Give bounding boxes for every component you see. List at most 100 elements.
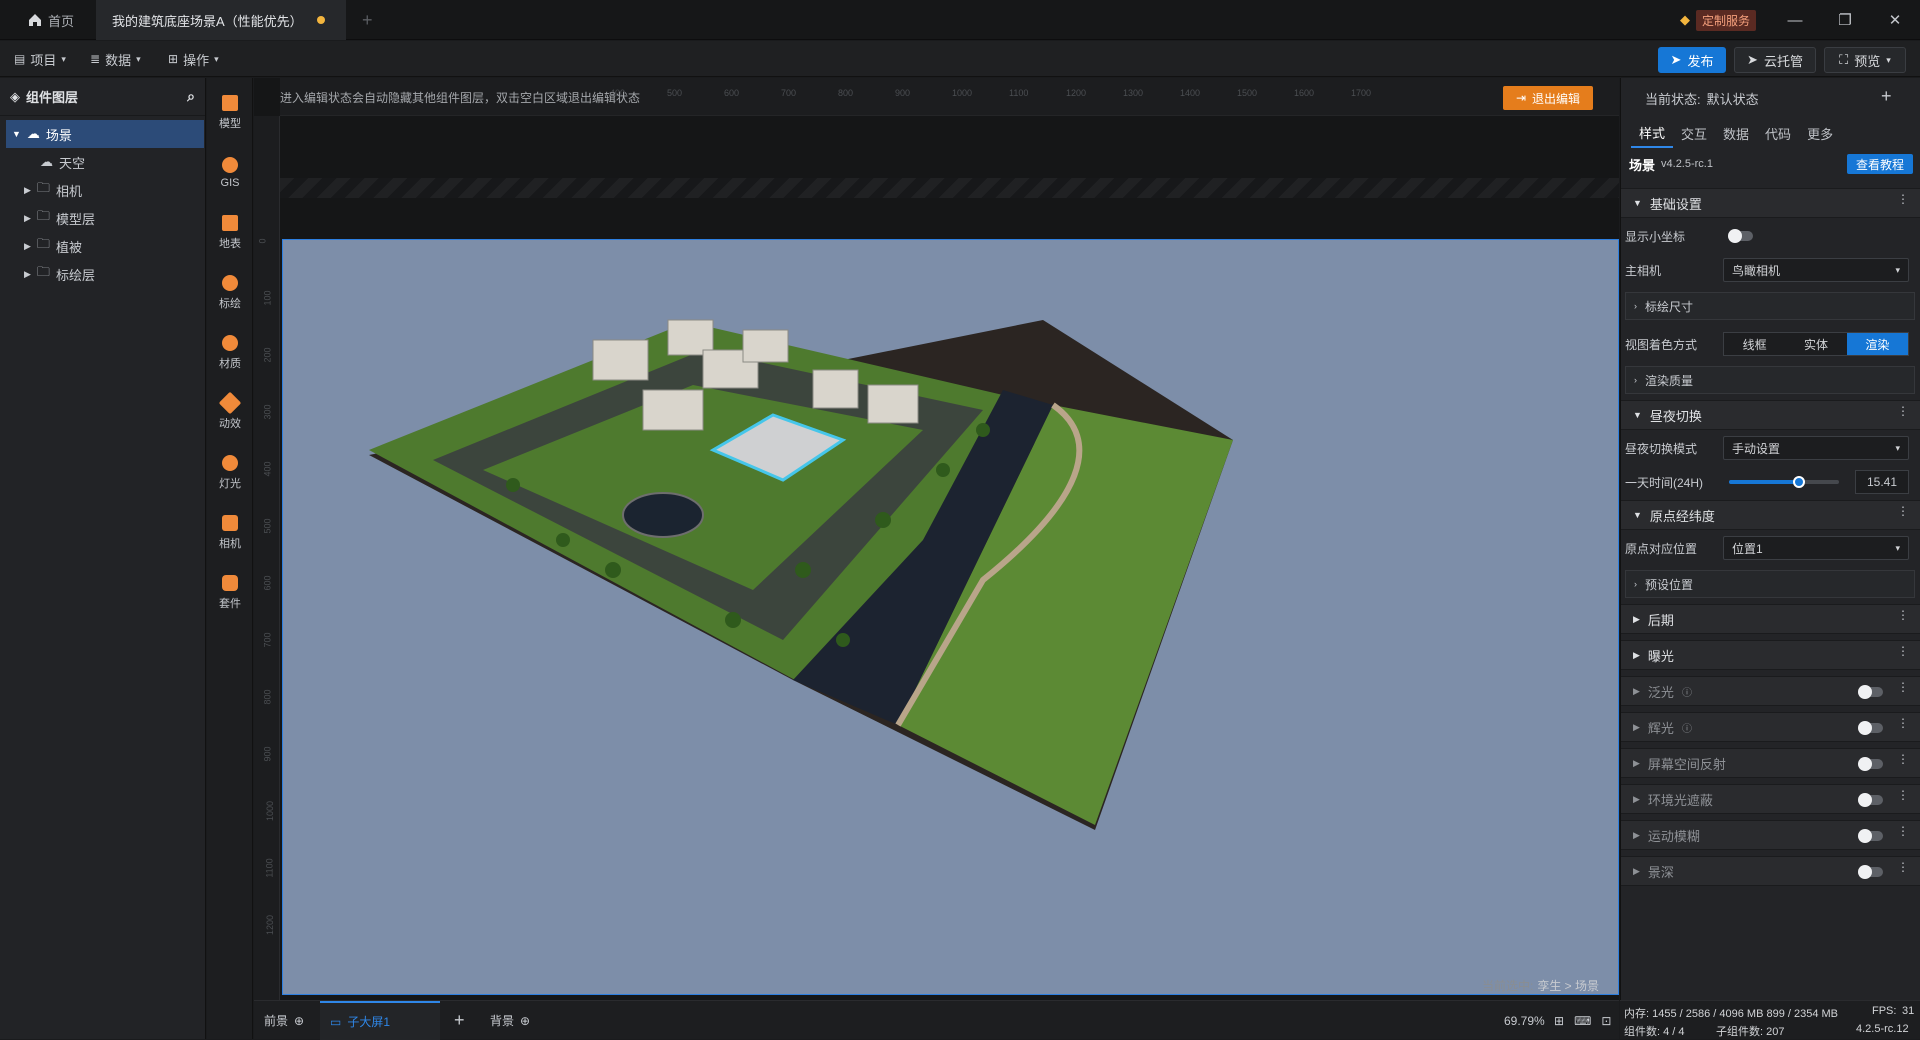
ssr-toggle[interactable]: [1858, 757, 1883, 771]
tree-item-plot-layer[interactable]: ▶ 🗀 标绘层: [6, 260, 204, 288]
home-tab[interactable]: 首页: [12, 0, 92, 40]
section-motion-blur[interactable]: ▶ 运动模糊 ⋮: [1621, 820, 1920, 850]
comp-kit[interactable]: 套件: [207, 564, 253, 622]
preset-pos-collapse[interactable]: › 预设位置: [1625, 570, 1915, 598]
main-camera-select[interactable]: 鸟瞰相机 ▾: [1723, 258, 1909, 282]
add-state-button[interactable]: +: [1881, 86, 1892, 107]
ao-toggle[interactable]: [1858, 793, 1883, 807]
ruler-tick: 0: [257, 238, 268, 244]
more-icon[interactable]: ⋮: [1897, 753, 1909, 765]
tab-more[interactable]: 更多: [1799, 118, 1841, 148]
comp-terrain[interactable]: 地表: [207, 204, 253, 262]
shading-solid[interactable]: 实体: [1785, 333, 1847, 355]
more-icon[interactable]: ⋮: [1897, 861, 1909, 873]
menu-operation[interactable]: ⊞ 操作 ▾: [168, 41, 219, 77]
scene-viewport[interactable]: [282, 239, 1619, 995]
doc-tab[interactable]: 我的建筑底座场景A（性能优先）: [96, 0, 346, 40]
terminal-icon[interactable]: ⊡: [1601, 1014, 1611, 1028]
day-time-slider[interactable]: [1729, 476, 1839, 488]
publish-button[interactable]: ➤ 发布: [1658, 47, 1726, 73]
bloom-toggle[interactable]: [1858, 685, 1883, 699]
show-axis-toggle[interactable]: [1728, 229, 1753, 243]
section-day-night[interactable]: ▼ 昼夜切换 ⋮: [1621, 400, 1920, 430]
section-basic[interactable]: ▼ 基础设置 ⋮: [1621, 188, 1920, 218]
add-screen-button[interactable]: +: [454, 1001, 465, 1040]
cloud-host-button[interactable]: ➤ 云托管: [1734, 47, 1816, 73]
tab-data[interactable]: 数据: [1715, 118, 1757, 148]
more-icon[interactable]: ⋮: [1897, 193, 1909, 205]
more-icon[interactable]: ⋮: [1897, 825, 1909, 837]
tab-interaction[interactable]: 交互: [1673, 118, 1715, 148]
comp-plot[interactable]: 标绘: [207, 264, 253, 322]
more-icon[interactable]: ⋮: [1897, 505, 1909, 517]
comp-camera[interactable]: 相机: [207, 504, 253, 562]
close-button[interactable]: ✕: [1870, 0, 1920, 40]
tree-item-vegetation[interactable]: ▶ 🗀 植被: [6, 232, 204, 260]
plot-size-collapse[interactable]: › 标绘尺寸: [1625, 292, 1915, 320]
origin-pos-select[interactable]: 位置1 ▾: [1723, 536, 1909, 560]
tutorial-button[interactable]: 查看教程: [1847, 154, 1913, 174]
more-icon[interactable]: ⋮: [1897, 609, 1909, 621]
motion-blur-toggle[interactable]: [1858, 829, 1883, 843]
minimize-button[interactable]: —: [1770, 0, 1820, 40]
glow-toggle[interactable]: [1858, 721, 1883, 735]
foreground-tab[interactable]: 前景 ⊕: [264, 1001, 304, 1040]
section-dof[interactable]: ▶ 景深 ⋮: [1621, 856, 1920, 886]
exit-edit-button[interactable]: ⇥ 退出编辑: [1503, 86, 1593, 110]
slider-knob[interactable]: [1793, 476, 1806, 488]
tree-item-model-layer[interactable]: ▶ 🗀 模型层: [6, 204, 204, 232]
comp-gis[interactable]: GIS: [207, 144, 253, 202]
section-origin[interactable]: ▼ 原点经纬度 ⋮: [1621, 500, 1920, 530]
background-tab[interactable]: 背景 ⊕: [490, 1001, 530, 1040]
section-exposure[interactable]: ▶ 曝光 ⋮: [1621, 640, 1920, 670]
menu-data[interactable]: ≣ 数据 ▾: [90, 41, 141, 77]
ruler-tick: 200: [262, 347, 273, 363]
ruler-tick: 1300: [1123, 88, 1144, 98]
tree-item-sky[interactable]: ☁ 天空: [6, 148, 204, 176]
comp-material[interactable]: 材质: [207, 324, 253, 382]
more-icon[interactable]: ⋮: [1897, 405, 1909, 417]
comp-model[interactable]: 模型: [207, 84, 253, 142]
section-glow[interactable]: ▶ 辉光 ⓘ ⋮: [1621, 712, 1920, 742]
day-night-mode-select[interactable]: 手动设置 ▾: [1723, 436, 1909, 460]
fit-icon[interactable]: ⊞: [1554, 1014, 1564, 1028]
dof-toggle[interactable]: [1858, 865, 1883, 879]
day-time-input[interactable]: 15.41: [1855, 470, 1909, 494]
more-icon[interactable]: ⋮: [1897, 789, 1909, 801]
tree-item-camera[interactable]: ▶ 🗀 相机: [6, 176, 204, 204]
section-ssr[interactable]: ▶ 屏幕空间反射 ⋮: [1621, 748, 1920, 778]
shading-wireframe[interactable]: 线框: [1724, 333, 1786, 355]
more-icon[interactable]: ⋮: [1897, 717, 1909, 729]
new-tab-button[interactable]: +: [346, 0, 386, 40]
add-circle-icon[interactable]: ⊕: [294, 1014, 304, 1028]
folder-icon: 🗀: [36, 236, 50, 251]
zoom-level[interactable]: 69.79%: [1504, 1001, 1545, 1040]
chevron-down-icon: ▾: [1895, 264, 1900, 275]
preview-button[interactable]: ⛶ 预览 ▾: [1824, 47, 1906, 73]
section-ao[interactable]: ▶ 环境光遮蔽 ⋮: [1621, 784, 1920, 814]
building: [742, 329, 789, 363]
menu-project[interactable]: ▤ 项目 ▾: [14, 41, 66, 77]
more-icon[interactable]: ⋮: [1897, 681, 1909, 693]
tree-item-scene[interactable]: ▼ ☁ 场景: [6, 120, 204, 148]
canvas-area[interactable]: 400 500 600 700 800 900 1000 1100 1200 1300 1400 15…: [254, 78, 1619, 1000]
keyboard-icon[interactable]: ⌨: [1574, 1014, 1591, 1028]
scene-icon: ☁: [26, 126, 40, 141]
comp-light[interactable]: 灯光: [207, 444, 253, 502]
search-icon[interactable]: ⌕: [187, 88, 195, 105]
more-icon[interactable]: ⋮: [1897, 645, 1909, 657]
restore-button[interactable]: ❐: [1820, 0, 1870, 40]
section-post[interactable]: ▶ 后期 ⋮: [1621, 604, 1920, 634]
sub-screen-tab[interactable]: ▭ 子大屏1: [320, 1001, 441, 1040]
unsaved-dot: [316, 16, 325, 24]
section-bloom[interactable]: ▶ 泛光 ⓘ ⋮: [1621, 676, 1920, 706]
shading-render[interactable]: 渲染: [1846, 333, 1908, 355]
add-circle-icon[interactable]: ⊕: [520, 1014, 530, 1028]
tab-code[interactable]: 代码: [1757, 118, 1799, 148]
section-day-night-label: 昼夜切换: [1649, 408, 1702, 424]
section-dof-label: 景深: [1647, 864, 1674, 880]
custom-service-button[interactable]: ◆ 定制服务: [1680, 9, 1757, 31]
render-quality-collapse[interactable]: › 渲染质量: [1625, 366, 1915, 394]
tab-style[interactable]: 样式: [1631, 118, 1674, 148]
comp-effect[interactable]: 动效: [207, 384, 253, 442]
